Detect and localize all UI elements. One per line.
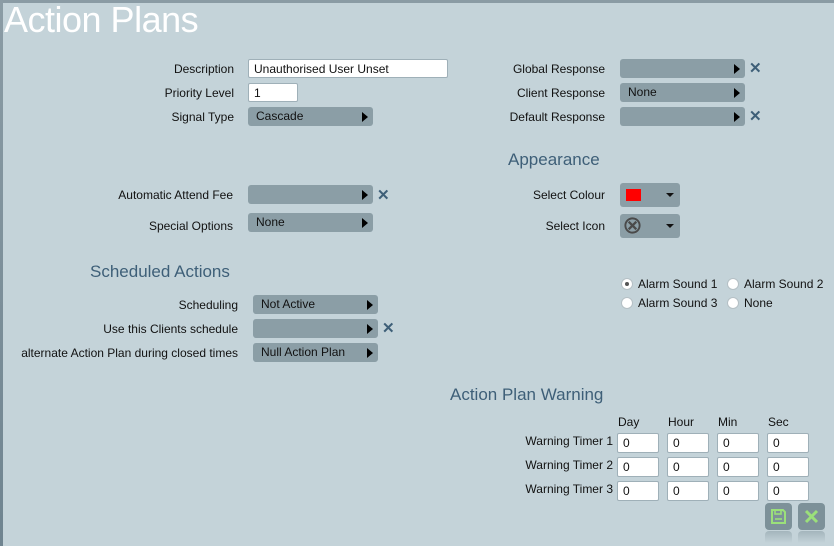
signal-type-value: Cascade bbox=[256, 109, 304, 123]
column-day: Day bbox=[618, 415, 640, 429]
timer-1-day-input[interactable] bbox=[617, 433, 659, 453]
chevron-right-icon bbox=[362, 190, 368, 200]
timer-2-hour-input[interactable] bbox=[667, 457, 709, 477]
timer-3-sec-input[interactable] bbox=[767, 481, 809, 501]
warning-timer-3-label: Warning Timer 3 bbox=[525, 482, 613, 496]
caret-down-icon bbox=[666, 224, 674, 228]
client-response-value: None bbox=[628, 85, 657, 99]
caret-down-icon bbox=[666, 193, 674, 197]
alternate-plan-value: Null Action Plan bbox=[261, 345, 346, 359]
scheduling-label: Scheduling bbox=[178, 298, 238, 312]
global-response-label: Global Response bbox=[512, 62, 605, 76]
save-button-reflection bbox=[765, 531, 792, 543]
chevron-right-icon bbox=[734, 88, 740, 98]
clear-default-response-icon[interactable]: ✕ bbox=[749, 109, 762, 125]
special-options-label: Special Options bbox=[148, 219, 233, 233]
timer-3-min-input[interactable] bbox=[717, 481, 759, 501]
alarm-sound-2-radio[interactable] bbox=[727, 278, 739, 290]
signal-type-select[interactable]: Cascade bbox=[248, 107, 373, 126]
warning-timer-1-label: Warning Timer 1 bbox=[525, 434, 613, 448]
save-icon bbox=[771, 509, 786, 524]
timer-1-hour-input[interactable] bbox=[667, 433, 709, 453]
timer-1-min-input[interactable] bbox=[717, 433, 759, 453]
close-icon bbox=[804, 509, 819, 524]
alarm-sound-none-label: None bbox=[744, 296, 773, 310]
description-input[interactable] bbox=[248, 59, 448, 78]
page-title: Action Plans bbox=[4, 0, 199, 40]
scheduling-select[interactable]: Not Active bbox=[253, 295, 378, 314]
chevron-right-icon bbox=[362, 112, 368, 122]
chevron-right-icon bbox=[367, 300, 373, 310]
column-hour: Hour bbox=[668, 415, 695, 429]
timer-3-day-input[interactable] bbox=[617, 481, 659, 501]
clients-schedule-label: Use this Clients schedule bbox=[103, 322, 238, 336]
colour-swatch bbox=[626, 189, 641, 201]
alarm-sound-1-option[interactable]: Alarm Sound 1 bbox=[621, 277, 717, 291]
client-response-select[interactable]: None bbox=[620, 83, 745, 102]
alarm-sound-3-label: Alarm Sound 3 bbox=[638, 296, 718, 310]
circle-x-icon bbox=[624, 217, 641, 234]
global-response-select[interactable] bbox=[620, 59, 745, 78]
select-icon-dropdown[interactable] bbox=[620, 214, 680, 238]
chevron-right-icon bbox=[367, 348, 373, 358]
automatic-attend-fee-select[interactable] bbox=[248, 185, 373, 204]
default-response-select[interactable] bbox=[620, 107, 745, 126]
signal-type-label: Signal Type bbox=[171, 110, 235, 124]
appearance-title: Appearance bbox=[508, 150, 600, 169]
column-min: Min bbox=[718, 415, 738, 429]
alarm-sound-3-radio[interactable] bbox=[621, 297, 633, 309]
chevron-right-icon bbox=[734, 64, 740, 74]
default-response-label: Default Response bbox=[509, 110, 605, 124]
alarm-sound-2-label: Alarm Sound 2 bbox=[744, 277, 824, 291]
alarm-sound-1-radio[interactable] bbox=[621, 278, 633, 290]
select-icon-label: Select Icon bbox=[545, 219, 605, 233]
clients-schedule-select[interactable] bbox=[253, 319, 378, 338]
description-label: Description bbox=[173, 62, 234, 76]
automatic-attend-fee-label: Automatic Attend Fee bbox=[118, 188, 233, 202]
alternate-plan-select[interactable]: Null Action Plan bbox=[253, 343, 378, 362]
chevron-right-icon bbox=[367, 324, 373, 334]
clear-clients-schedule-icon[interactable]: ✕ bbox=[382, 321, 395, 337]
warning-timer-2-label: Warning Timer 2 bbox=[525, 458, 613, 472]
select-colour-dropdown[interactable] bbox=[620, 183, 680, 207]
timer-3-hour-input[interactable] bbox=[667, 481, 709, 501]
cancel-button[interactable] bbox=[798, 503, 825, 530]
scheduled-actions-title: Scheduled Actions bbox=[90, 262, 230, 281]
alarm-sound-3-option[interactable]: Alarm Sound 3 bbox=[621, 296, 717, 310]
column-sec: Sec bbox=[768, 415, 789, 429]
alarm-sound-none-radio[interactable] bbox=[727, 297, 739, 309]
timer-2-sec-input[interactable] bbox=[767, 457, 809, 477]
clear-attend-fee-icon[interactable]: ✕ bbox=[377, 188, 390, 204]
alternate-plan-label: alternate Action Plan during closed time… bbox=[21, 346, 238, 360]
special-options-select[interactable]: None bbox=[248, 213, 373, 232]
priority-level-input[interactable] bbox=[248, 83, 298, 102]
save-button[interactable] bbox=[765, 503, 792, 530]
chevron-right-icon bbox=[362, 218, 368, 228]
cancel-button-reflection bbox=[798, 531, 825, 543]
alarm-sound-2-option[interactable]: Alarm Sound 2 bbox=[727, 277, 823, 291]
action-plan-warning-title: Action Plan Warning bbox=[450, 385, 604, 404]
clear-global-response-icon[interactable]: ✕ bbox=[749, 61, 762, 77]
priority-level-label: Priority Level bbox=[164, 86, 234, 100]
timer-1-sec-input[interactable] bbox=[767, 433, 809, 453]
special-options-value: None bbox=[256, 215, 285, 229]
alarm-sound-1-label: Alarm Sound 1 bbox=[638, 277, 718, 291]
select-colour-label: Select Colour bbox=[532, 188, 605, 202]
window-left-border bbox=[0, 0, 3, 546]
timer-2-min-input[interactable] bbox=[717, 457, 759, 477]
scheduling-value: Not Active bbox=[261, 297, 316, 311]
alarm-sound-none-option[interactable]: None bbox=[727, 296, 773, 310]
client-response-label: Client Response bbox=[516, 86, 605, 100]
timer-2-day-input[interactable] bbox=[617, 457, 659, 477]
chevron-right-icon bbox=[734, 112, 740, 122]
